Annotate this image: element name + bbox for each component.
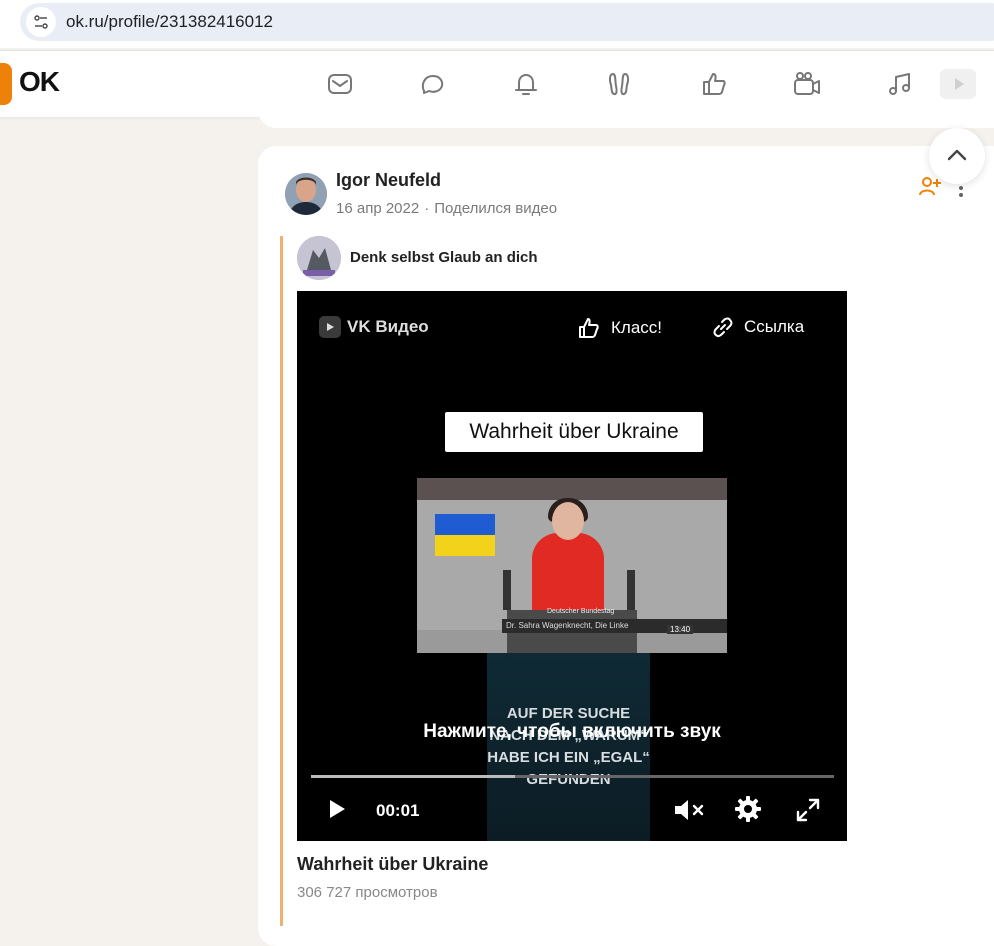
- unmute-hint[interactable]: Нажмите, чтобы включить звук: [297, 721, 847, 743]
- video-progress-fill: [311, 775, 515, 778]
- link-icon: [713, 317, 733, 338]
- previous-post-card: [258, 100, 994, 128]
- video-showcase-icon[interactable]: [940, 69, 976, 99]
- muted-volume-icon[interactable]: [672, 796, 706, 824]
- guests-icon[interactable]: [602, 67, 636, 101]
- view-count: 306 727 просмотров: [297, 884, 438, 901]
- klass-label: Класс!: [611, 318, 662, 337]
- url-field[interactable]: ok.ru/profile/231382416012: [20, 3, 994, 41]
- meta-separator: ·: [424, 200, 430, 217]
- clip-lower-third: Dr. Sahra Wagenknecht, Die Linke: [502, 619, 727, 633]
- browser-address-bar: ok.ru/profile/231382416012: [0, 0, 994, 48]
- ukraine-flag: [435, 514, 495, 556]
- ok-logo-icon[interactable]: [0, 63, 12, 105]
- current-time: 00:01: [376, 801, 420, 820]
- discussions-icon[interactable]: [416, 67, 450, 101]
- notifications-icon[interactable]: [509, 67, 543, 101]
- clip-time-badge: 13:40: [667, 625, 694, 634]
- video-player[interactable]: VK Видео Класс! Ссылка Wahrheit über Ukr…: [297, 291, 847, 841]
- ok-logo-text[interactable]: OK: [19, 66, 60, 98]
- fullscreen-icon[interactable]: [795, 797, 821, 823]
- microphone-right: [627, 570, 635, 610]
- thumbs-up-icon: [579, 318, 599, 338]
- play-icon[interactable]: [327, 798, 347, 820]
- vk-video-logo-icon: [319, 316, 341, 338]
- microphone-left: [503, 570, 511, 610]
- post-date: 16 апр 2022: [336, 200, 420, 217]
- video-title[interactable]: Wahrheit über Ukraine: [297, 854, 488, 875]
- video-progress-bar[interactable]: [311, 775, 834, 778]
- post-card: Igor Neufeld 16 апр 2022 · Поделился видео…: [258, 146, 994, 946]
- site-settings-icon[interactable]: [26, 7, 56, 37]
- copy-link-button[interactable]: Ссылка: [712, 316, 804, 338]
- vk-video-label: VK Видео: [347, 317, 429, 336]
- clip-channel-label: Deutscher Bundestag: [547, 608, 615, 615]
- klass-button[interactable]: Класс!: [577, 316, 662, 340]
- speaker-head: [552, 502, 584, 540]
- group-name[interactable]: Denk selbst Glaub an dich: [350, 249, 538, 266]
- link-label: Ссылка: [744, 317, 805, 336]
- video-overlay-title: Wahrheit über Ukraine: [445, 412, 703, 452]
- post-meta: 16 апр 2022 · Поделился видео: [336, 200, 557, 217]
- clip-background-top: [417, 478, 727, 500]
- lower-video-clip: AUF DER SUCHE NACH DEM „WARUM“ HABE ICH …: [487, 653, 650, 841]
- repost-indicator: [280, 236, 283, 926]
- music-icon[interactable]: [883, 67, 917, 101]
- likes-icon[interactable]: [697, 67, 731, 101]
- author-avatar[interactable]: [285, 173, 327, 215]
- video-clip-frame: Deutscher Bundestag Dr. Sahra Wagenknech…: [417, 478, 727, 653]
- vk-video-brand[interactable]: VK Видео: [319, 316, 429, 338]
- author-name[interactable]: Igor Neufeld: [336, 170, 441, 191]
- video-icon[interactable]: [790, 67, 824, 101]
- chevron-up-icon: [947, 149, 967, 161]
- settings-gear-icon[interactable]: [733, 794, 763, 824]
- post-action: Поделился видео: [434, 200, 558, 217]
- messages-icon[interactable]: [323, 67, 357, 101]
- url-text[interactable]: ok.ru/profile/231382416012: [66, 12, 273, 32]
- scroll-to-top-button[interactable]: [929, 128, 985, 184]
- group-avatar[interactable]: [297, 236, 341, 280]
